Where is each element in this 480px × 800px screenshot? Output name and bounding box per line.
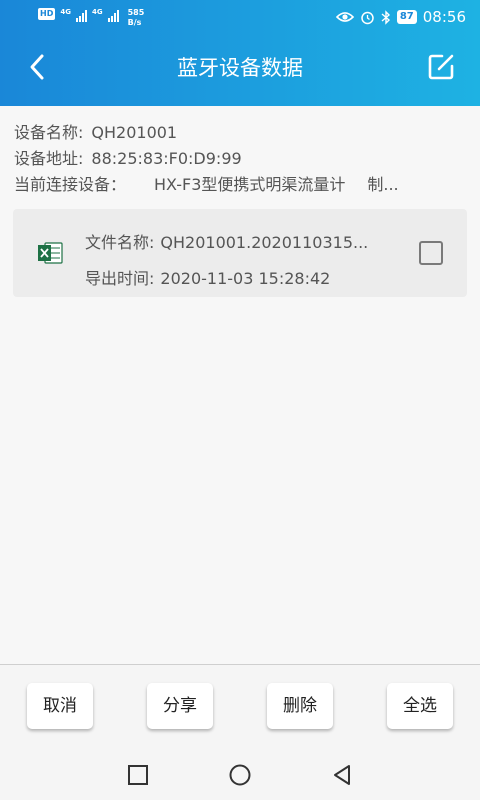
status-left: HD 4G 4G 585 B/s xyxy=(38,8,144,28)
eye-comfort-icon xyxy=(335,12,354,22)
bluetooth-icon xyxy=(381,9,390,25)
signal-strength-icon-2 xyxy=(107,8,119,22)
device-name-value: QH201001 xyxy=(91,123,178,142)
edit-button[interactable] xyxy=(424,50,458,84)
net-speed: 585 B/s xyxy=(128,8,145,28)
system-nav-bar xyxy=(0,749,480,800)
circle-home-icon[interactable] xyxy=(228,763,252,787)
signal-strength-icon xyxy=(75,8,87,22)
hd-badge: HD xyxy=(38,8,56,20)
file-list-item[interactable]: 文件名称: QH201001.2020110315... 导出时间: 2020-11… xyxy=(13,209,467,297)
excel-file-icon xyxy=(38,242,63,264)
file-name-line: 文件名称: QH201001.2020110315... xyxy=(85,229,390,253)
device-address-label: 设备地址: xyxy=(14,149,84,168)
device-info: 设备名称: QH201001 设备地址: 88:25:83:F0:D9:99 当前连… xyxy=(14,120,470,198)
device-name-label: 设备名称: xyxy=(14,123,84,142)
select-all-button[interactable]: 全选 xyxy=(387,683,453,729)
action-bar: 取消 分享 删除 全选 xyxy=(0,665,480,749)
connected-device-label: 当前连接设备： xyxy=(14,175,127,194)
connected-device-value: HX-F3型便携式明渠流量计 xyxy=(154,175,346,194)
device-address-row: 设备地址: 88:25:83:F0:D9:99 xyxy=(14,146,470,172)
app-header: 蓝牙设备数据 xyxy=(0,36,480,98)
net-speed-value: 585 xyxy=(127,8,145,17)
device-address-value: 88:25:83:F0:D9:99 xyxy=(91,149,242,168)
device-name-row: 设备名称: QH201001 xyxy=(14,120,470,146)
file-name-value: QH201001.2020110315... xyxy=(160,233,369,252)
status-time: 08:56 xyxy=(422,8,466,26)
network-4g-label-2: 4G xyxy=(91,8,103,16)
net-speed-unit: B/s xyxy=(127,18,142,27)
status-right: 87 08:56 xyxy=(335,8,466,26)
page-title: 蓝牙设备数据 xyxy=(177,56,303,80)
triangle-back-icon[interactable] xyxy=(330,763,354,787)
export-time-label: 导出时间: xyxy=(85,269,155,288)
export-time-value: 2020-11-03 15:28:42 xyxy=(160,269,331,288)
file-select-checkbox[interactable] xyxy=(419,241,443,265)
file-name-label: 文件名称: xyxy=(85,233,155,252)
square-recents-icon[interactable] xyxy=(126,763,150,787)
connected-device-extra: 制... xyxy=(367,175,399,194)
edit-square-icon xyxy=(428,54,454,80)
delete-button[interactable]: 删除 xyxy=(267,683,333,729)
cancel-button[interactable]: 取消 xyxy=(27,683,93,729)
connected-device-row: 当前连接设备： HX-F3型便携式明渠流量计 制... xyxy=(14,172,470,198)
alarm-clock-icon xyxy=(361,11,374,24)
export-time-line: 导出时间: 2020-11-03 15:28:42 xyxy=(85,265,330,289)
battery-level: 87 xyxy=(396,10,417,24)
share-button[interactable]: 分享 xyxy=(147,683,213,729)
network-4g-label: 4G xyxy=(60,8,71,16)
status-bar: HD 4G 4G 585 B/s 87 08:56 xyxy=(0,0,480,36)
